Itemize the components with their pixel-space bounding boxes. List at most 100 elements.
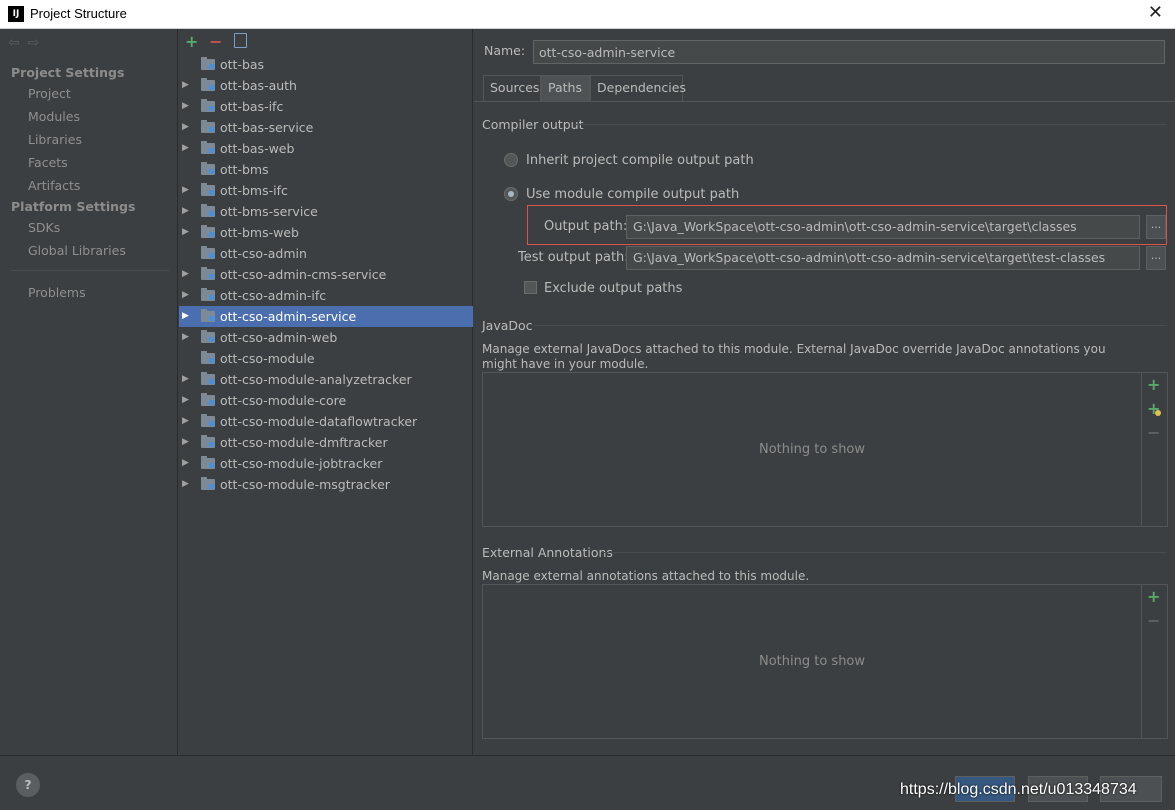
remove-module-icon[interactable]: − — [209, 32, 222, 51]
section-divider — [534, 325, 1167, 326]
expand-arrow-icon[interactable]: ▶ — [182, 138, 192, 159]
module-tree-row[interactable]: ▶ ott-cso-module-core — [179, 390, 473, 411]
expand-arrow-icon[interactable]: ▶ — [182, 201, 192, 222]
module-tree-row[interactable]: ott-bas — [179, 54, 473, 75]
module-folder-icon — [201, 351, 215, 364]
module-name: ott-bms-web — [220, 225, 299, 240]
annotations-empty-text: Nothing to show — [758, 653, 866, 669]
exclude-output-label[interactable]: Exclude output paths — [544, 281, 682, 296]
add-javadoc-url-icon[interactable]: + — [1147, 399, 1161, 418]
name-label: Name: — [484, 43, 526, 58]
expand-arrow-icon[interactable]: ▶ — [182, 222, 192, 243]
tab-dependencies[interactable]: Dependencies — [590, 75, 686, 101]
test-output-path-browse-button[interactable]: ... — [1146, 246, 1166, 270]
expand-arrow-icon[interactable]: ▶ — [182, 264, 192, 285]
javadoc-empty-text: Nothing to show — [758, 441, 866, 457]
exclude-output-checkbox[interactable] — [524, 281, 537, 294]
expand-arrow-icon[interactable]: ▶ — [182, 474, 192, 495]
module-folder-icon — [201, 456, 215, 469]
module-tree-row[interactable]: ott-cso-module — [179, 348, 473, 369]
nav-item-global-libraries[interactable]: Global Libraries — [28, 243, 126, 258]
javadoc-list: Nothing to show + + − — [482, 372, 1168, 527]
module-tree-row[interactable]: ▶ ott-cso-admin-cms-service — [179, 264, 473, 285]
module-folder-icon — [201, 141, 215, 154]
tab-paths[interactable]: Paths — [541, 75, 590, 101]
module-folder-icon — [201, 225, 215, 238]
module-tree-row[interactable]: ▶ ott-cso-admin-service — [179, 306, 473, 327]
intellij-app-icon: IJ — [8, 6, 24, 22]
output-path-browse-button[interactable]: ... — [1146, 215, 1166, 239]
module-tree-row[interactable]: ▶ ott-bms-service — [179, 201, 473, 222]
expand-arrow-icon[interactable]: ▶ — [182, 285, 192, 306]
module-folder-icon — [201, 99, 215, 112]
test-output-path-label: Test output path: — [518, 250, 629, 265]
module-tree-row[interactable]: ott-bms — [179, 159, 473, 180]
inherit-output-label[interactable]: Inherit project compile output path — [526, 153, 754, 168]
module-tree-row[interactable]: ▶ ott-bms-web — [179, 222, 473, 243]
nav-item-problems[interactable]: Problems — [28, 285, 86, 300]
use-module-output-radio[interactable] — [504, 187, 518, 201]
nav-item-facets[interactable]: Facets — [28, 155, 68, 170]
expand-arrow-icon[interactable]: ▶ — [182, 180, 192, 201]
module-detail-panel: Name: Sources Paths Dependencies Compile… — [474, 29, 1175, 755]
module-tree-row[interactable]: ▶ ott-cso-admin-ifc — [179, 285, 473, 306]
module-folder-icon — [201, 183, 215, 196]
history-navigation: ⇦ ⇨ — [8, 35, 47, 51]
expand-arrow-icon[interactable]: ▶ — [182, 327, 192, 348]
expand-arrow-icon[interactable]: ▶ — [182, 75, 192, 96]
expand-arrow-icon[interactable]: ▶ — [182, 306, 192, 327]
external-annotations-list: Nothing to show + − — [482, 584, 1168, 739]
annotations-toolbar: + − — [1141, 585, 1167, 738]
add-annotation-icon[interactable]: + — [1147, 587, 1160, 606]
module-name: ott-cso-module-dataflowtracker — [220, 414, 418, 429]
copy-module-icon[interactable] — [234, 33, 247, 48]
module-tree-row[interactable]: ▶ ott-cso-module-analyzetracker — [179, 369, 473, 390]
module-tree-row[interactable]: ▶ ott-bms-ifc — [179, 180, 473, 201]
expand-arrow-icon[interactable]: ▶ — [182, 117, 192, 138]
module-tree-row[interactable]: ▶ ott-bas-web — [179, 138, 473, 159]
module-tree: ott-bas ▶ ott-bas-auth ▶ ott-bas-ifc ▶ ott-bas… — [179, 54, 473, 495]
remove-annotation-icon[interactable]: − — [1147, 611, 1160, 630]
expand-arrow-icon[interactable]: ▶ — [182, 432, 192, 453]
module-tree-row[interactable]: ▶ ott-bas-ifc — [179, 96, 473, 117]
test-output-path-field[interactable]: G:\Java_WorkSpace\ott-cso-admin\ott-cso-… — [626, 246, 1140, 270]
nav-item-modules[interactable]: Modules — [28, 109, 80, 124]
inherit-output-radio[interactable] — [504, 153, 518, 167]
module-name: ott-bas-ifc — [220, 99, 284, 114]
add-javadoc-icon[interactable]: + — [1147, 375, 1160, 394]
expand-arrow-icon[interactable]: ▶ — [182, 411, 192, 432]
expand-arrow-icon[interactable]: ▶ — [182, 96, 192, 117]
module-tree-row[interactable]: ▶ ott-cso-module-jobtracker — [179, 453, 473, 474]
module-tree-row[interactable]: ▶ ott-cso-module-dmftracker — [179, 432, 473, 453]
module-name: ott-cso-admin-web — [220, 330, 338, 345]
help-icon[interactable]: ? — [16, 773, 40, 797]
module-name: ott-cso-module-analyzetracker — [220, 372, 412, 387]
nav-item-artifacts[interactable]: Artifacts — [28, 178, 80, 193]
forward-arrow-icon[interactable]: ⇨ — [28, 35, 40, 51]
tab-sources[interactable]: Sources — [483, 75, 541, 101]
module-tree-row[interactable]: ▶ ott-bas-auth — [179, 75, 473, 96]
nav-item-libraries[interactable]: Libraries — [28, 132, 82, 147]
add-module-icon[interactable]: + — [185, 32, 198, 51]
module-tree-row[interactable]: ▶ ott-cso-admin-web — [179, 327, 473, 348]
platform-settings-heading: Platform Settings — [11, 199, 136, 214]
nav-item-project[interactable]: Project — [28, 86, 71, 101]
close-icon[interactable]: ✕ — [1148, 2, 1163, 23]
expand-arrow-icon[interactable]: ▶ — [182, 390, 192, 411]
expand-arrow-icon[interactable]: ▶ — [182, 453, 192, 474]
settings-nav-panel: ⇦ ⇨ Project Settings Project Modules Libr… — [0, 29, 178, 755]
expand-arrow-icon[interactable]: ▶ — [182, 369, 192, 390]
module-name: ott-cso-module-core — [220, 393, 347, 408]
module-tree-row[interactable]: ott-cso-admin — [179, 243, 473, 264]
nav-item-sdks[interactable]: SDKs — [28, 220, 60, 235]
remove-javadoc-icon[interactable]: − — [1147, 423, 1160, 442]
back-arrow-icon[interactable]: ⇦ — [8, 35, 20, 51]
output-path-field[interactable]: G:\Java_WorkSpace\ott-cso-admin\ott-cso-… — [626, 215, 1140, 239]
module-tree-row[interactable]: ▶ ott-cso-module-dataflowtracker — [179, 411, 473, 432]
module-name: ott-bms-service — [220, 204, 318, 219]
module-name-input[interactable] — [533, 40, 1165, 64]
module-tree-row[interactable]: ▶ ott-bas-service — [179, 117, 473, 138]
module-tree-row[interactable]: ▶ ott-cso-module-msgtracker — [179, 474, 473, 495]
dialog-footer: ? https://blog.csdn.net/u013348734 — [0, 755, 1175, 810]
use-module-output-label[interactable]: Use module compile output path — [526, 187, 739, 202]
